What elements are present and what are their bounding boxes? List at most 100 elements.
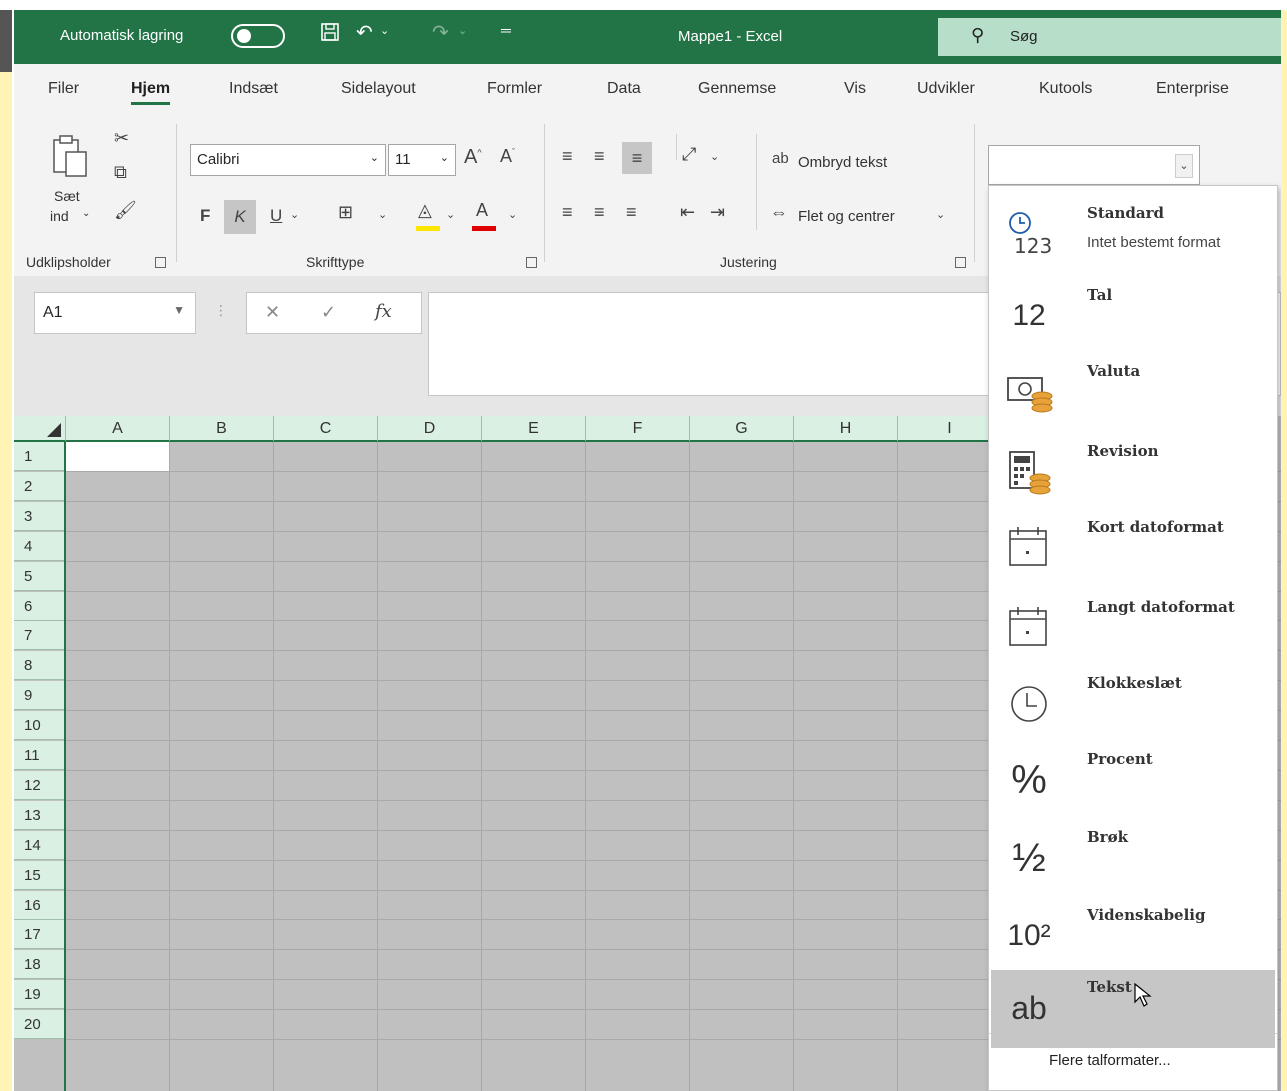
align-center-icon[interactable]: ≡: [594, 202, 605, 223]
row-header[interactable]: 12: [14, 770, 66, 800]
row-header[interactable]: 17: [14, 920, 66, 950]
tab-udvikler[interactable]: Udvikler: [917, 80, 975, 98]
wrap-text-icon[interactable]: ab: [772, 150, 789, 167]
orientation-icon[interactable]: ⤢: [682, 144, 696, 165]
column-header[interactable]: G: [690, 416, 794, 442]
tab-indsaet[interactable]: Indsæt: [229, 80, 278, 98]
row-header[interactable]: 14: [14, 830, 66, 860]
customize-qat-icon[interactable]: ═: [501, 22, 511, 38]
number-format-item[interactable]: 12 Tal: [991, 278, 1275, 356]
search-box[interactable]: ⚲ Søg: [938, 18, 1281, 56]
number-format-item[interactable]: 123 Standard Intet bestemt format: [991, 196, 1275, 274]
paste-label-2[interactable]: ind: [50, 208, 69, 224]
column-header[interactable]: E: [482, 416, 586, 442]
font-name-dropdown-icon[interactable]: ⌄: [370, 151, 379, 164]
fill-color-dropdown-icon[interactable]: ⌄: [446, 208, 455, 221]
tab-filer[interactable]: Filer: [48, 80, 79, 98]
tab-enterprise[interactable]: Enterprise: [1156, 80, 1229, 98]
row-header[interactable]: 9: [14, 681, 66, 711]
merge-center-icon[interactable]: ⇔: [770, 202, 788, 223]
row-header[interactable]: 16: [14, 890, 66, 920]
merge-center-button[interactable]: Flet og centrer: [798, 208, 895, 225]
column-header[interactable]: I: [898, 416, 1002, 442]
increase-font-size-icon[interactable]: A^: [464, 146, 482, 169]
fill-color-icon[interactable]: ◬: [418, 200, 432, 221]
formula-bar-grip[interactable]: ⋮: [214, 302, 228, 319]
row-header[interactable]: 7: [14, 621, 66, 651]
font-color-icon[interactable]: A: [476, 200, 488, 221]
row-header[interactable]: 18: [14, 950, 66, 980]
font-launcher-icon[interactable]: [526, 257, 537, 268]
row-header[interactable]: 20: [14, 1010, 66, 1040]
number-format-item[interactable]: 10² Videnskabelig: [991, 898, 1275, 976]
name-box-dropdown-icon[interactable]: ▼: [173, 303, 185, 317]
number-format-item[interactable]: ab Tekst: [991, 970, 1275, 1048]
increase-indent-icon[interactable]: ⇥: [710, 202, 725, 223]
underline-dropdown-icon[interactable]: ⌄: [290, 208, 299, 221]
row-header[interactable]: 1: [14, 442, 66, 471]
copy-icon[interactable]: ⧉: [114, 162, 127, 183]
cancel-icon[interactable]: ✕: [265, 302, 280, 323]
undo-icon[interactable]: ↶: [356, 20, 373, 45]
row-header[interactable]: 5: [14, 561, 66, 591]
undo-dropdown-icon[interactable]: ⌄: [380, 24, 389, 37]
save-icon[interactable]: [320, 22, 340, 48]
number-format-item[interactable]: Klokkeslæt: [991, 666, 1275, 744]
align-bottom-icon[interactable]: ≡: [622, 142, 652, 174]
column-header[interactable]: H: [794, 416, 898, 442]
number-format-combo[interactable]: ⌄: [988, 145, 1200, 185]
tab-data[interactable]: Data: [607, 80, 641, 98]
align-left-icon[interactable]: ≡: [562, 202, 573, 223]
tab-sidelayout[interactable]: Sidelayout: [341, 80, 416, 98]
redo-dropdown-icon[interactable]: ⌄: [458, 24, 467, 37]
borders-dropdown-icon[interactable]: ⌄: [378, 208, 387, 221]
tab-kutools[interactable]: Kutools: [1039, 80, 1092, 98]
row-header[interactable]: 3: [14, 501, 66, 531]
row-header[interactable]: 13: [14, 800, 66, 830]
paste-dropdown-icon[interactable]: ⌄: [82, 208, 90, 219]
number-format-item[interactable]: Valuta: [991, 354, 1275, 432]
font-name-box[interactable]: Calibri ⌄: [190, 144, 386, 176]
row-header[interactable]: 15: [14, 860, 66, 890]
paste-label-1[interactable]: Sæt: [54, 188, 80, 204]
merge-dropdown-icon[interactable]: ⌄: [936, 208, 945, 221]
cut-icon[interactable]: ✂: [114, 128, 129, 149]
decrease-indent-icon[interactable]: ⇤: [680, 202, 695, 223]
number-format-dropdown-icon[interactable]: ⌄: [1175, 154, 1193, 178]
column-header[interactable]: B: [170, 416, 274, 442]
row-header[interactable]: 6: [14, 591, 66, 621]
column-header[interactable]: D: [378, 416, 482, 442]
active-cell-a1[interactable]: [66, 442, 170, 471]
row-header[interactable]: 4: [14, 531, 66, 561]
decrease-font-size-icon[interactable]: Aˇ: [500, 146, 515, 167]
row-header[interactable]: 8: [14, 651, 66, 681]
row-header[interactable]: 19: [14, 980, 66, 1010]
paste-icon[interactable]: [50, 132, 90, 182]
orientation-dropdown-icon[interactable]: ⌄: [710, 150, 719, 163]
tab-vis[interactable]: Vis: [844, 80, 866, 98]
align-top-icon[interactable]: ≡: [562, 146, 573, 167]
tab-formler[interactable]: Formler: [487, 80, 542, 98]
number-format-item[interactable]: Langt datoformat: [991, 590, 1275, 668]
clipboard-launcher-icon[interactable]: [155, 257, 166, 268]
borders-icon[interactable]: ⊞: [338, 202, 353, 223]
align-right-icon[interactable]: ≡: [626, 202, 637, 223]
align-middle-icon[interactable]: ≡: [594, 146, 605, 167]
row-header[interactable]: 2: [14, 471, 66, 501]
column-header[interactable]: C: [274, 416, 378, 442]
insert-function-icon[interactable]: fx: [375, 301, 392, 322]
wrap-text-button[interactable]: Ombryd tekst: [798, 154, 887, 171]
number-format-item[interactable]: ½ Brøk: [991, 820, 1275, 898]
format-painter-icon[interactable]: 🖌: [114, 200, 137, 221]
tab-gennemse[interactable]: Gennemse: [698, 80, 776, 98]
row-header[interactable]: 11: [14, 741, 66, 770]
number-format-item[interactable]: Kort datoformat: [991, 510, 1275, 588]
select-all-button[interactable]: [14, 416, 66, 442]
column-header[interactable]: A: [66, 416, 170, 442]
alignment-launcher-icon[interactable]: [955, 257, 966, 268]
font-size-dropdown-icon[interactable]: ⌄: [440, 151, 449, 164]
italic-button[interactable]: K: [224, 200, 256, 234]
column-header[interactable]: F: [586, 416, 690, 442]
number-format-item[interactable]: Revision: [991, 434, 1275, 512]
bold-button[interactable]: F: [200, 206, 210, 226]
